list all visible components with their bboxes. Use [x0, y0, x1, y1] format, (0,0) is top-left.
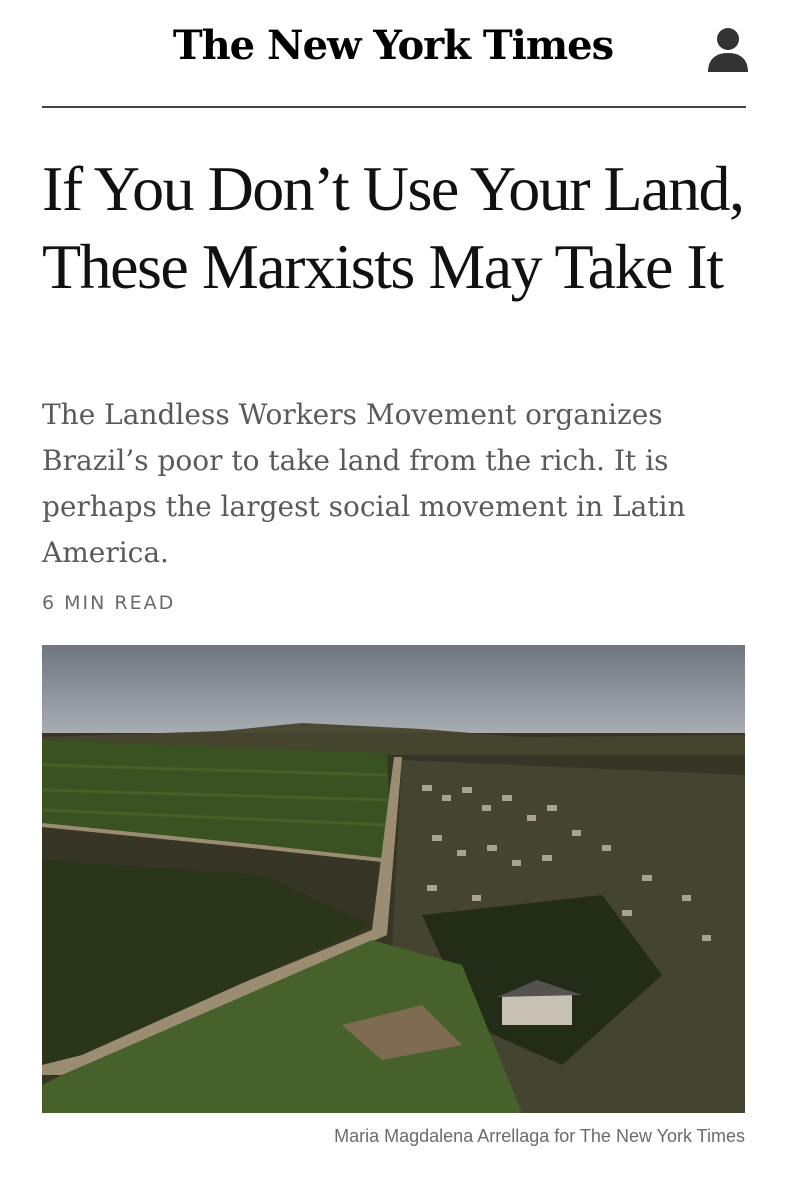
masthead-divider	[42, 106, 746, 108]
user-account-icon[interactable]	[706, 26, 750, 74]
nyt-logo[interactable]: The New York Times	[0, 22, 786, 69]
article-photo[interactable]	[42, 645, 745, 1113]
photo-credit: Maria Magdalena Arrellaga for The New Yo…	[334, 1126, 745, 1146]
read-time: 6 MIN READ	[42, 592, 176, 614]
masthead: The New York Times	[0, 0, 786, 108]
article-summary: The Landless Workers Movement organizes …	[42, 398, 686, 569]
article-headline: If You Don’t Use Your Land, These Marxis…	[42, 153, 745, 302]
aerial-landscape-image	[42, 645, 745, 1113]
